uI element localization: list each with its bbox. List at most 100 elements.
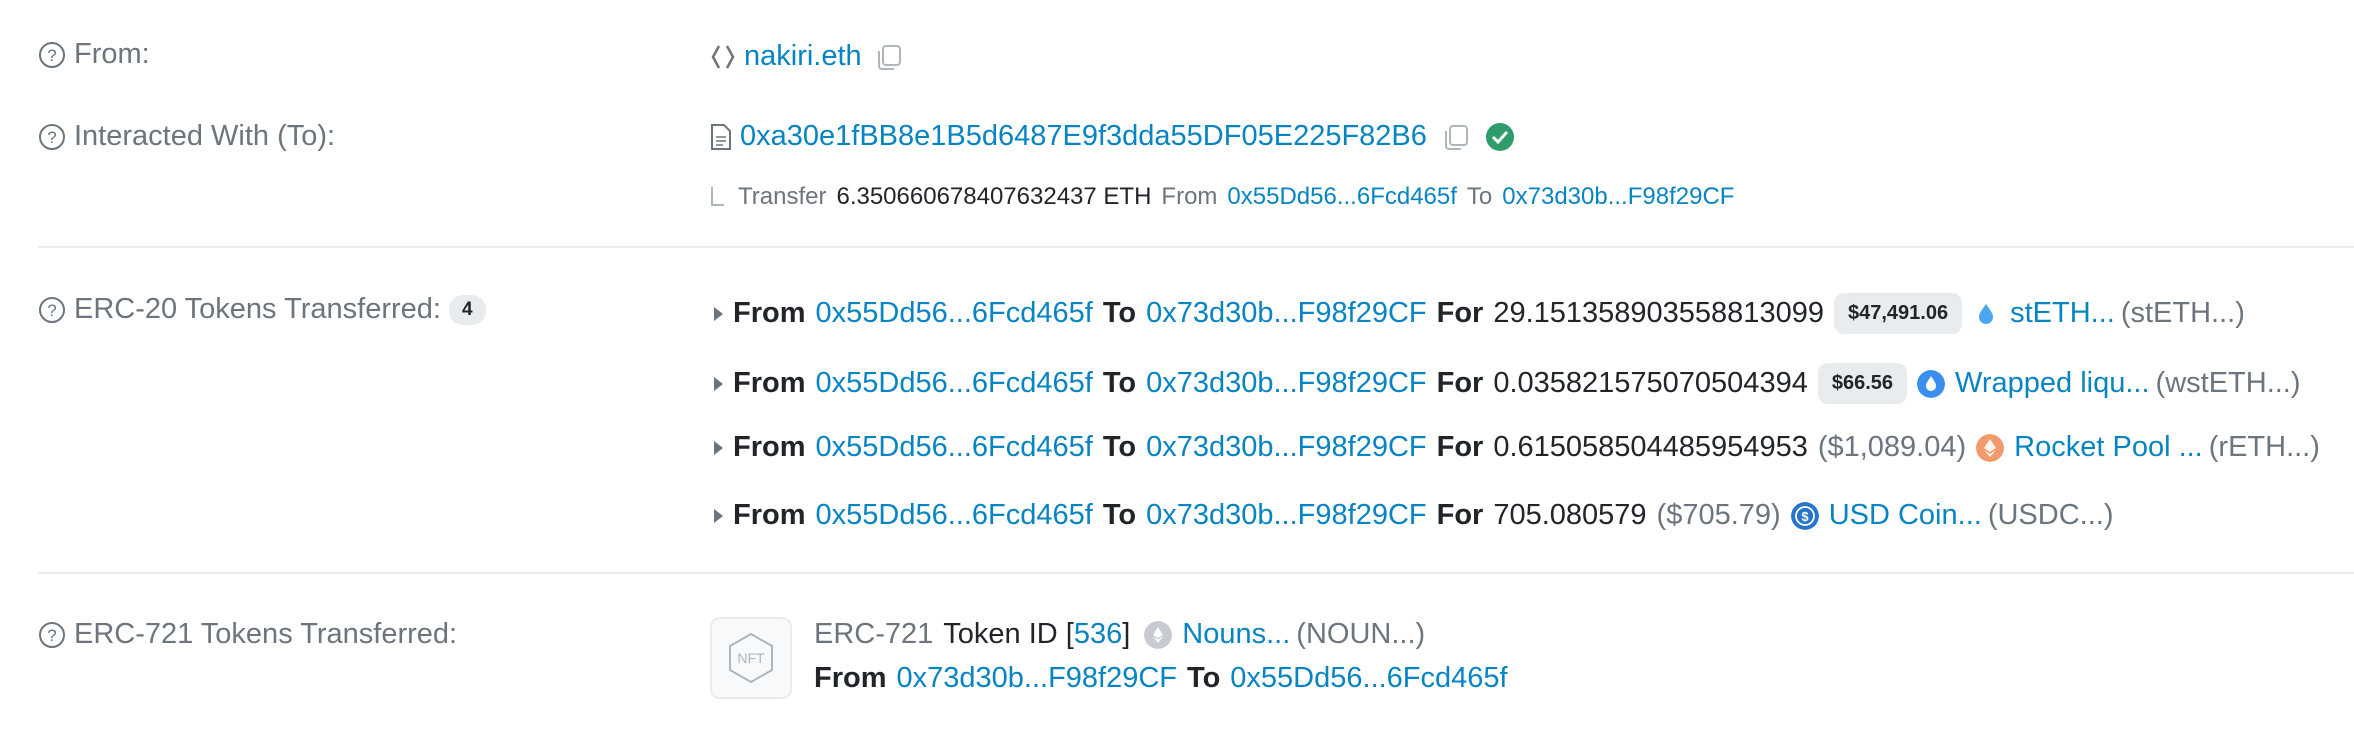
tree-branch-icon [711,187,724,206]
price-badge: $47,491.06 [1833,293,1963,334]
interacted-label-text: Interacted With (To): [74,120,336,152]
erc721-transfer-line: From 0x73d30b...F98f29CF To 0x55Dd56...6… [814,662,1508,695]
erc721-standard: ERC-721 [814,618,934,650]
to-word: To [1102,499,1137,531]
to-word: To [1102,297,1137,329]
erc721-from-link[interactable]: 0x73d30b...F98f29CF [897,662,1178,695]
svg-text:$: $ [1801,509,1809,524]
erc20-amount: 0.615058504485954953 [1493,431,1808,463]
copy-icon[interactable] [1441,122,1471,152]
erc721-token-link[interactable]: Nouns... [1182,618,1290,651]
expand-caret-icon[interactable] [714,376,723,391]
erc721-token-line: ERC-721 Token ID [ 536 ] Nouns... (NOUN.… [814,618,1425,651]
from-word: From [814,662,887,694]
erc20-row-3: From 0x55Dd56...6Fcd465f To 0x73d30b...F… [710,431,2320,464]
for-word: For [1436,431,1484,463]
for-word: For [1436,367,1484,399]
erc20-label-text: ERC-20 Tokens Transferred: [74,293,441,325]
nft-hexagon-icon: NFT [729,632,773,684]
erc20-token-link[interactable]: Rocket Pool ... [2014,431,2203,464]
svg-text:?: ? [47,128,56,147]
from-label-text: From: [74,38,150,70]
erc20-to-link[interactable]: 0x73d30b...F98f29CF [1146,367,1427,400]
price-text: ($705.79) [1656,499,1781,531]
erc721-label-text: ERC-721 Tokens Transferred: [74,618,458,650]
for-word: For [1436,499,1484,531]
ens-icon [711,44,735,69]
internal-transfer-line: Transfer 6.350660678407632437 ETH From 0… [710,183,1734,211]
erc20-from-link[interactable]: 0x55Dd56...6Fcd465f [816,297,1093,330]
erc20-amount: 29.151358903558813099 [1493,297,1824,329]
usdc-icon: $ [1790,501,1819,530]
steth-icon [1979,303,1994,324]
erc20-token-symbol: (rETH...) [2208,431,2320,463]
to-word: To [1102,367,1137,399]
erc20-to-link[interactable]: 0x73d30b...F98f29CF [1146,499,1427,532]
contract-address-link[interactable]: 0xa30e1fBB8e1B5d6487E9f3dda55DF05E225F82… [740,120,1427,153]
erc20-amount: 0.035821575070504394 [1493,367,1808,399]
nft-text: NFT [737,650,765,666]
erc20-token-link[interactable]: stETH... [2010,297,2115,330]
expand-caret-icon[interactable] [714,440,723,455]
divider [38,572,2354,574]
svg-text:?: ? [47,46,56,65]
to-word: To [1102,431,1137,463]
erc721-label: ? ERC-721 Tokens Transferred: [38,618,457,651]
erc20-token-symbol: (wstETH...) [2155,367,2301,399]
transfer-from-link[interactable]: 0x55Dd56...6Fcd465f [1227,183,1457,211]
erc721-to-link[interactable]: 0x55Dd56...6Fcd465f [1230,662,1507,695]
token-id-bracket: ] [1122,618,1131,650]
interacted-label: ? Interacted With (To): [38,120,335,153]
transfer-from-word: From [1161,183,1218,210]
erc20-row-1: From 0x55Dd56...6Fcd465f To 0x73d30b...F… [710,293,2245,334]
erc20-token-symbol: (USDC...) [1987,499,2114,531]
nouns-token-icon [1144,620,1173,649]
from-value: nakiri.eth [710,40,904,73]
erc20-row-2: From 0x55Dd56...6Fcd465f To 0x73d30b...F… [710,363,2301,404]
divider [38,246,2354,248]
for-word: For [1436,297,1484,329]
erc20-token-link[interactable]: Wrapped liqu... [1955,367,2150,400]
price-badge: $66.56 [1817,363,1907,404]
from-word: From [733,297,806,329]
erc20-amount: 705.080579 [1493,499,1647,531]
erc20-to-link[interactable]: 0x73d30b...F98f29CF [1146,431,1427,464]
question-circle-icon: ? [39,123,65,150]
svg-text:?: ? [47,301,56,320]
expand-caret-icon[interactable] [714,508,723,523]
erc20-from-link[interactable]: 0x55Dd56...6Fcd465f [816,431,1093,464]
from-ens-link[interactable]: nakiri.eth [744,40,862,73]
transfer-to-link[interactable]: 0x73d30b...F98f29CF [1502,183,1734,211]
transfer-to-word: To [1466,183,1493,210]
contract-file-icon [711,123,731,150]
copy-icon[interactable] [874,42,904,72]
from-label: ? From: [38,38,150,71]
erc20-token-link[interactable]: USD Coin... [1829,499,1982,532]
question-circle-icon: ? [39,41,65,68]
question-circle-icon: ? [39,621,65,648]
erc20-label: ? ERC-20 Tokens Transferred: 4 [38,293,486,326]
erc20-row-4: From 0x55Dd56...6Fcd465f To 0x73d30b...F… [710,499,2113,532]
from-word: From [733,499,806,531]
to-word: To [1187,662,1221,694]
interacted-value: 0xa30e1fBB8e1B5d6487E9f3dda55DF05E225F82… [710,120,1515,153]
erc20-token-symbol: (stETH...) [2120,297,2245,329]
verified-check-icon [1485,122,1514,151]
nft-thumbnail[interactable]: NFT [710,617,792,699]
token-id-link[interactable]: 536 [1074,618,1122,651]
erc20-count-badge: 4 [448,294,486,325]
from-word: From [733,431,806,463]
expand-caret-icon[interactable] [714,306,723,321]
erc20-to-link[interactable]: 0x73d30b...F98f29CF [1146,297,1427,330]
transfer-amount: 6.350660678407632437 ETH [836,183,1152,210]
token-id-word: Token ID [ [943,618,1074,650]
reth-icon [1976,433,2005,462]
erc721-token-symbol: (NOUN...) [1296,618,1426,650]
transfer-word: Transfer [738,183,827,210]
erc20-from-link[interactable]: 0x55Dd56...6Fcd465f [816,499,1093,532]
question-circle-icon: ? [39,296,65,323]
erc20-from-link[interactable]: 0x55Dd56...6Fcd465f [816,367,1093,400]
price-text: ($1,089.04) [1817,431,1967,463]
wsteth-icon [1917,369,1945,398]
from-word: From [733,367,806,399]
